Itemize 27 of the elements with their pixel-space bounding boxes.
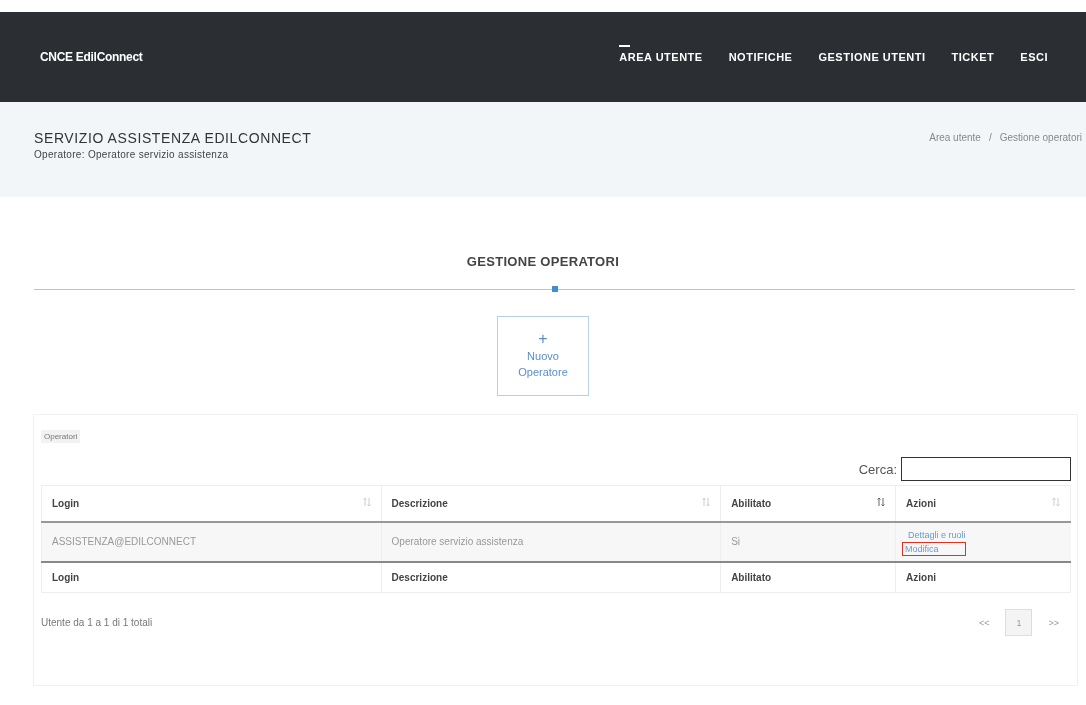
nav-link[interactable]: ESCI [1020, 45, 1048, 63]
section-title: GESTIONE OPERATORI [465, 254, 621, 269]
operator-subtitle: Operatore: Operatore servizio assistenza [34, 148, 230, 160]
column-footer: Login [41, 561, 382, 593]
breadcrumb-separator: / [988, 132, 992, 143]
sort-icon[interactable] [877, 497, 886, 508]
new-operator-button[interactable]: + Nuovo Operatore [497, 316, 589, 396]
column-footer: Abilitato [720, 561, 896, 593]
panel-tag: Operatori [41, 430, 81, 443]
table-cell: Si [720, 521, 896, 562]
column-header[interactable]: Abilitato [720, 485, 896, 522]
page-title: SERVIZIO ASSISTENZA EDILCONNECT [34, 129, 312, 146]
column-header[interactable]: Login [41, 485, 382, 522]
search-field[interactable] [901, 457, 1071, 481]
nav-link[interactable]: AREA UTENTE [619, 45, 703, 63]
search-label: Cerca: [858, 461, 897, 477]
results-summary: Utente da 1 a 1 di 1 totali [41, 617, 153, 628]
table-cell: Operatore servizio assistenza [381, 521, 721, 562]
column-header[interactable]: Azioni [895, 485, 1071, 522]
column-footer: Azioni [895, 561, 1071, 593]
brand-name[interactable]: CNCE EdilConnect [40, 50, 620, 64]
nav-link[interactable]: GESTIONE UTENTI [818, 45, 926, 63]
column-header[interactable]: Descrizione [381, 485, 721, 522]
nav-link[interactable]: NOTIFICHE [728, 45, 793, 63]
column-footer: Descrizione [381, 561, 721, 593]
table-cell: ASSISTENZA@EDILCONNECT [41, 521, 382, 562]
nav-link[interactable]: TICKET [951, 45, 995, 63]
